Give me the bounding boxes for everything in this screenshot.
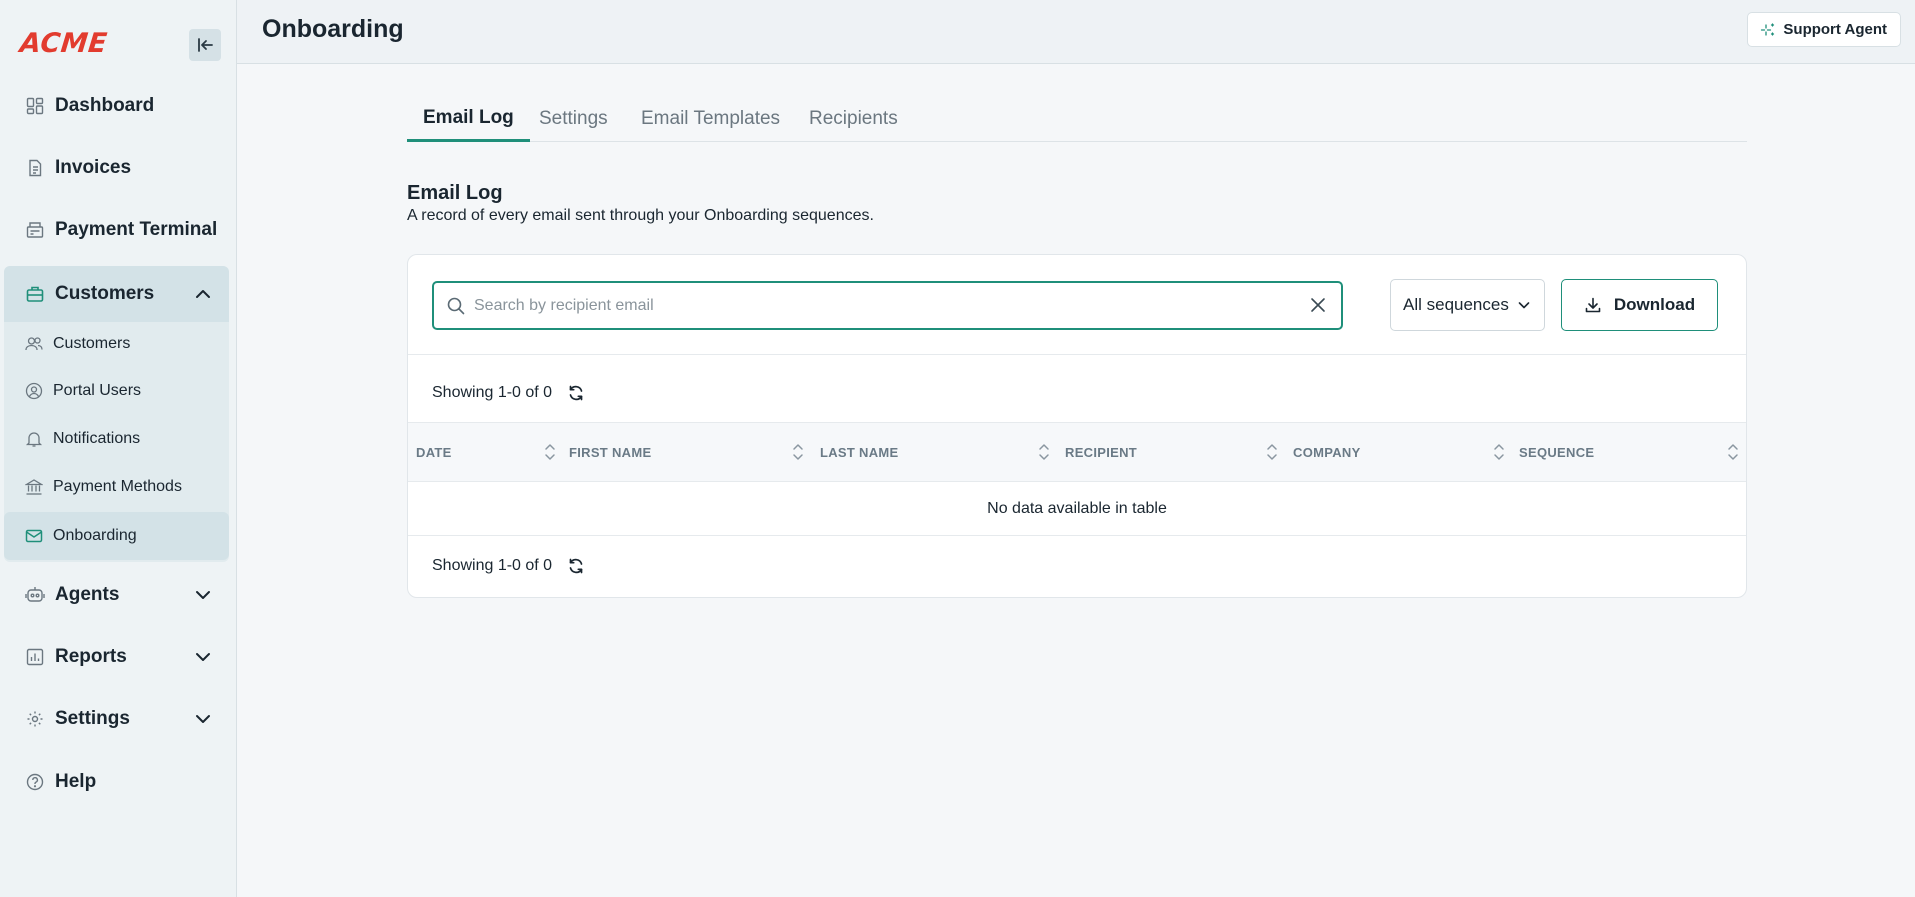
- column-header-recipient[interactable]: Recipient: [1065, 423, 1278, 481]
- sidebar-item-label: Dashboard: [55, 95, 155, 116]
- sidebar-item-customers[interactable]: Customers: [4, 266, 229, 322]
- sidebar-item-label: Payment Terminal: [55, 219, 218, 240]
- tab-email-templates[interactable]: Email Templates: [641, 101, 780, 142]
- sidebar-item-dashboard[interactable]: Dashboard: [4, 84, 229, 128]
- sidebar-item-label: Customers: [55, 283, 155, 304]
- tab-settings[interactable]: Settings: [539, 101, 608, 142]
- sidebar-subitem-portal-users[interactable]: Portal Users: [4, 367, 229, 415]
- tab-bar: Email Log Settings Email Templates Recip…: [407, 101, 1747, 142]
- search-box: [432, 281, 1343, 330]
- sort-icon: [1266, 443, 1278, 464]
- sidebar-item-help[interactable]: Help: [4, 760, 229, 804]
- column-header-last-name[interactable]: Last Name: [820, 423, 1050, 481]
- sidebar-subitem-label: Portal Users: [53, 382, 142, 399]
- acme-logo[interactable]: ACME: [18, 28, 108, 59]
- pagination-summary-bottom: Showing 1-0 of 0: [432, 557, 585, 575]
- help-icon: [25, 772, 45, 792]
- showing-text: Showing 1-0 of 0: [432, 557, 553, 574]
- download-icon: [1584, 296, 1602, 314]
- table-header: Date First Name Last Name Recipient Comp…: [408, 422, 1746, 482]
- column-header-company[interactable]: Company: [1293, 423, 1505, 481]
- column-header-label: Company: [1293, 444, 1361, 460]
- sidebar-item-agents[interactable]: Agents: [4, 573, 229, 617]
- section-title: Email Log: [407, 182, 503, 204]
- sidebar-subitem-label: Customers: [53, 335, 131, 352]
- sidebar-subitem-label: Notifications: [53, 430, 141, 447]
- invoice-icon: [25, 158, 45, 178]
- page-title: Onboarding: [262, 15, 404, 43]
- bell-icon: [25, 430, 43, 448]
- sidebar-subitem-notifications[interactable]: Notifications: [4, 415, 229, 463]
- tab-email-log[interactable]: Email Log: [407, 101, 530, 142]
- refresh-icon[interactable]: [567, 384, 585, 402]
- sequence-select[interactable]: All sequences: [1390, 279, 1545, 331]
- sidebar-subitem-customers[interactable]: Customers: [4, 320, 229, 368]
- chevron-down-icon: [193, 647, 213, 667]
- top-bar: Onboarding Support Agent: [237, 0, 1915, 64]
- sidebar-subitem-payment-methods[interactable]: Payment Methods: [4, 463, 229, 511]
- sidebar-item-reports[interactable]: Reports: [4, 635, 229, 679]
- column-header-label: Recipient: [1065, 444, 1138, 460]
- pagination-summary-top: Showing 1-0 of 0: [432, 384, 585, 402]
- bank-icon: [25, 478, 43, 496]
- sort-icon: [792, 443, 804, 464]
- email-log-card: All sequences Download Showing 1-0 of 0 …: [407, 254, 1747, 598]
- sidebar-item-payment-terminal[interactable]: Payment Terminal: [4, 208, 229, 252]
- chevron-down-icon: [1516, 297, 1532, 318]
- user-circle-icon: [25, 382, 43, 400]
- sidebar-item-label: Invoices: [55, 157, 132, 178]
- support-agent-label: Support Agent: [1783, 21, 1887, 38]
- support-agent-button[interactable]: Support Agent: [1747, 12, 1901, 47]
- search-input[interactable]: [474, 283, 1294, 328]
- search-icon: [446, 296, 466, 321]
- sort-icon: [1038, 443, 1050, 464]
- divider: [408, 354, 1746, 355]
- sort-icon: [1727, 443, 1739, 464]
- empty-table-message: No data available in table: [408, 482, 1746, 536]
- chevron-down-icon: [193, 709, 213, 729]
- sidebar: ACME Dashboard Invoices Payment Terminal…: [0, 0, 237, 897]
- section-subtitle: A record of every email sent through you…: [407, 207, 874, 224]
- column-header-label: Date: [416, 444, 452, 460]
- sequence-select-value: All sequences: [1403, 295, 1509, 314]
- briefcase-icon: [25, 284, 45, 304]
- sidebar-subitem-label: Payment Methods: [53, 478, 182, 495]
- column-header-date[interactable]: Date: [416, 423, 556, 481]
- sidebar-item-invoices[interactable]: Invoices: [4, 146, 229, 190]
- sidebar-item-label: Reports: [55, 646, 127, 667]
- sidebar-item-label: Help: [55, 771, 97, 792]
- sidebar-item-label: Settings: [55, 708, 130, 729]
- column-header-label: First Name: [569, 444, 652, 460]
- refresh-icon[interactable]: [567, 557, 585, 575]
- mail-icon: [25, 527, 43, 545]
- column-header-label: Last Name: [820, 444, 899, 460]
- sort-icon: [1493, 443, 1505, 464]
- column-header-sequence[interactable]: Sequence: [1519, 423, 1739, 481]
- terminal-icon: [25, 220, 45, 240]
- robot-icon: [25, 585, 45, 605]
- download-label: Download: [1613, 295, 1696, 314]
- collapse-sidebar-button[interactable]: [189, 29, 221, 61]
- sidebar-subitem-onboarding[interactable]: Onboarding: [4, 512, 229, 560]
- sparkle-icon: [1760, 22, 1776, 38]
- sidebar-item-settings[interactable]: Settings: [4, 697, 229, 741]
- clear-search-icon[interactable]: [1307, 294, 1329, 321]
- collapse-left-icon: [198, 38, 213, 52]
- chevron-down-icon: [193, 585, 213, 605]
- download-button[interactable]: Download: [1561, 279, 1718, 331]
- sidebar-subitem-label: Onboarding: [53, 527, 137, 544]
- gear-icon: [25, 709, 45, 729]
- sidebar-item-label: Agents: [55, 584, 120, 605]
- sort-icon: [544, 443, 556, 464]
- showing-text: Showing 1-0 of 0: [432, 384, 553, 401]
- users-icon: [25, 335, 43, 353]
- column-header-first-name[interactable]: First Name: [569, 423, 804, 481]
- column-header-label: Sequence: [1519, 444, 1595, 460]
- reports-icon: [25, 647, 45, 667]
- chevron-up-icon: [193, 284, 213, 304]
- dashboard-icon: [25, 96, 45, 116]
- tab-recipients[interactable]: Recipients: [809, 101, 898, 142]
